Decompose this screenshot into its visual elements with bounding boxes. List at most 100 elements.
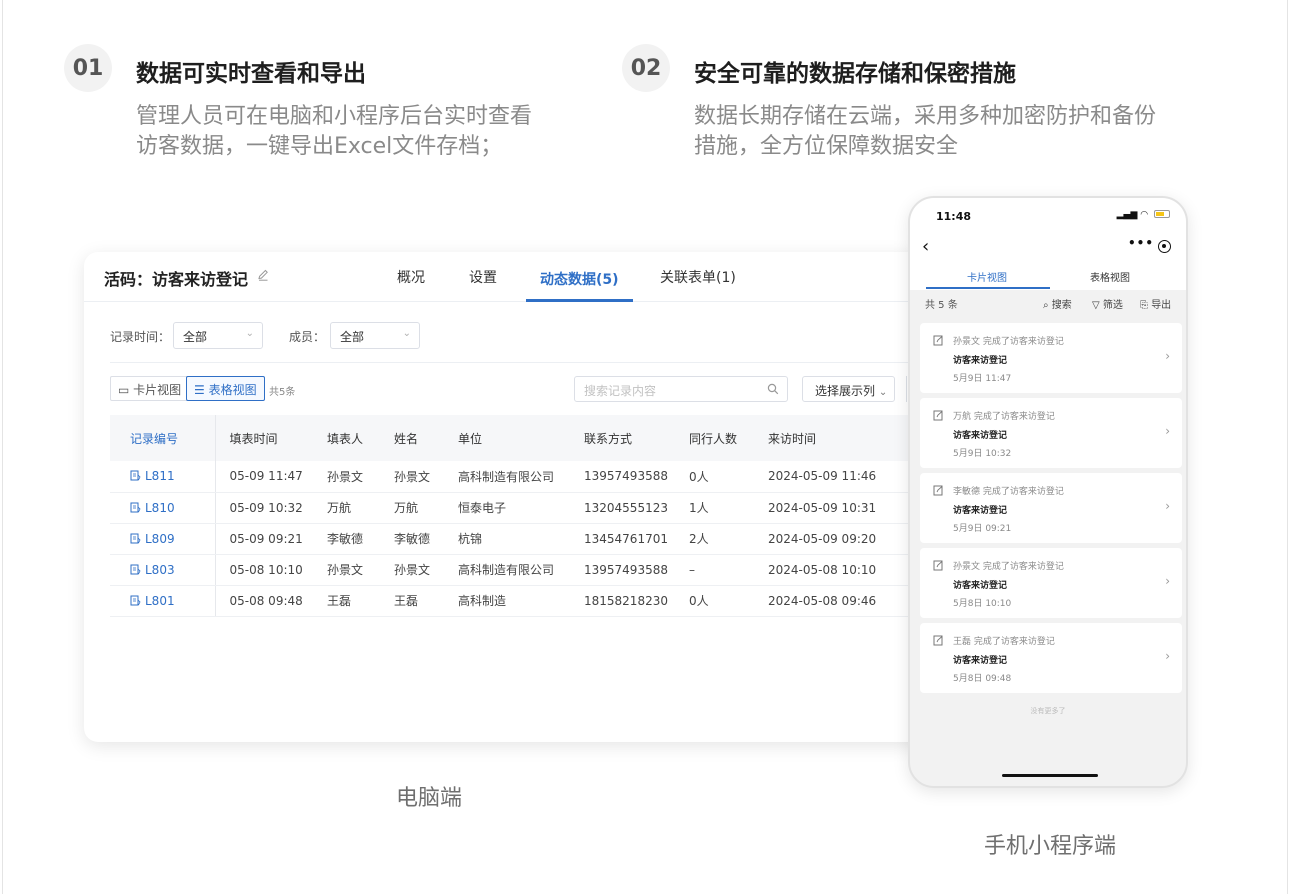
phone-filter-label: 筛选 xyxy=(1102,300,1123,311)
feature-title: 数据可实时查看和导出 xyxy=(136,61,366,87)
record-icon xyxy=(130,470,141,481)
search-placeholder: 搜索记录内容 xyxy=(584,384,657,398)
chevron-right-icon: › xyxy=(1165,424,1170,438)
table-cell: 1人 xyxy=(675,492,754,524)
phone-active-tab-indicator xyxy=(926,287,1050,289)
phone-tab-table-view[interactable]: 表格视图 xyxy=(1090,269,1130,284)
feature-description-line: 管理人员可在电脑和小程序后台实时查看 xyxy=(136,104,533,129)
tab-settings[interactable]: 设置 xyxy=(469,267,497,287)
column-header[interactable]: 联系方式 xyxy=(570,415,675,461)
select-columns-dropdown[interactable]: 选择展示列 ⌄ xyxy=(802,376,895,402)
record-id-cell[interactable]: L809 xyxy=(110,523,216,555)
member-value: 全部 xyxy=(340,330,365,344)
phone-record-card[interactable]: 王磊 完成了访客来访登记 访客来访登记 5月8日 09:48 › xyxy=(920,623,1182,693)
table-cell: 高科制造有限公司 xyxy=(444,554,570,586)
form-edit-icon xyxy=(933,485,943,496)
column-header[interactable]: 记录编号 xyxy=(110,415,216,461)
phone-frame: 11:48 ▂▄▆ ◠ ‹ ••• 卡片视图 表格视图 共 5 条 ⌕ 搜索 ▽… xyxy=(908,196,1188,788)
record-icon xyxy=(130,595,141,605)
desktop-window: 活码：访客来访登记 概况 设置 动态数据(5) 关联表单(1) 记录时间： 全部… xyxy=(84,252,944,742)
member-select[interactable]: 全部 ⌄ xyxy=(330,322,420,349)
record-id-cell[interactable]: L801 xyxy=(110,585,216,617)
battery-icon xyxy=(1154,210,1170,218)
table-cell: 13957493588 xyxy=(570,554,675,586)
chevron-right-icon: › xyxy=(1165,349,1170,363)
column-header[interactable]: 填表时间 xyxy=(215,415,313,461)
table-row[interactable]: L810 05-09 10:32 万航 万航 恒泰电子 13204555123 1人 2024… xyxy=(110,492,944,524)
table-row[interactable]: L811 05-09 11:47 孙景文 孙景文 高科制造有限公司 13957493588… xyxy=(110,461,944,493)
phone-record-card[interactable]: 万航 完成了访客来访登记 访客来访登记 5月9日 10:32 › xyxy=(920,398,1182,468)
tab-overview[interactable]: 概况 xyxy=(397,267,425,287)
card-title: 访客来访登记 xyxy=(953,506,1008,516)
card-view-button[interactable]: ▭ 卡片视图 xyxy=(110,376,190,401)
table-view-button[interactable]: ☰ 表格视图 xyxy=(186,376,265,401)
feature-number: 02 xyxy=(622,44,670,92)
table-cell: 0人 xyxy=(675,585,754,617)
phone-header: 11:48 ▂▄▆ ◠ ‹ ••• 卡片视图 表格视图 xyxy=(910,198,1186,290)
record-id: L810 xyxy=(145,500,175,515)
record-time-select[interactable]: 全部 ⌄ xyxy=(173,322,263,349)
card-title: 访客来访登记 xyxy=(953,656,1008,666)
active-tab-indicator xyxy=(526,299,633,302)
chevron-down-icon: ⌄ xyxy=(402,328,411,339)
table-cell: 高科制造有限公司 xyxy=(444,461,570,493)
table-cell: 孙景文 xyxy=(313,554,380,586)
status-icons: ▂▄▆ ◠ xyxy=(1117,210,1170,220)
record-id-cell[interactable]: L810 xyxy=(110,492,216,524)
table-cell: 高科制造 xyxy=(444,585,570,617)
phone-search-label: 搜索 xyxy=(1051,300,1072,311)
record-id-cell[interactable]: L803 xyxy=(110,554,216,586)
chevron-right-icon: › xyxy=(1165,574,1170,588)
phone-record-card[interactable]: 李敏德 完成了访客来访登记 访客来访登记 5月9日 09:21 › xyxy=(920,473,1182,543)
tab-linked-forms[interactable]: 关联表单(1) xyxy=(660,267,736,287)
phone-tab-card-view[interactable]: 卡片视图 xyxy=(967,269,1007,284)
column-header[interactable]: 同行人数 xyxy=(675,415,754,461)
table-row[interactable]: L801 05-08 09:48 王磊 王磊 高科制造 18158218230 0人 2024… xyxy=(110,585,944,617)
record-id-cell[interactable]: L811 xyxy=(110,461,216,493)
record-id: L803 xyxy=(145,562,175,577)
card-view-icon: ▭ xyxy=(118,383,130,397)
more-icon[interactable]: ••• xyxy=(1128,236,1154,250)
column-header[interactable]: 单位 xyxy=(444,415,570,461)
search-input[interactable]: 搜索记录内容 xyxy=(574,376,788,402)
tab-dynamic-data[interactable]: 动态数据(5) xyxy=(540,269,619,289)
table-cell: 05-08 10:10 xyxy=(215,554,313,586)
close-target-icon[interactable] xyxy=(1158,240,1171,253)
table-cell: 05-08 09:48 xyxy=(215,585,313,617)
card-time: 5月8日 10:10 xyxy=(953,599,1012,609)
table-cell: 05-09 10:32 xyxy=(215,492,313,524)
column-header[interactable]: 姓名 xyxy=(380,415,444,461)
card-title: 访客来访登记 xyxy=(953,581,1008,591)
page-title: 活码：访客来访登记 xyxy=(104,270,249,289)
select-columns-label: 选择展示列 xyxy=(815,384,876,398)
phone-caption: 手机小程序端 xyxy=(984,834,1117,859)
table-cell: 05-09 09:21 xyxy=(215,523,313,555)
feature-title: 安全可靠的数据存储和保密措施 xyxy=(694,61,1016,87)
list-icon: ☰ xyxy=(194,383,205,397)
card-submitter: 万航 完成了访客来访登记 xyxy=(953,412,1055,422)
wifi-icon: ◠ xyxy=(1140,210,1149,220)
record-icon xyxy=(130,502,141,512)
phone-record-count: 共 5 条 xyxy=(925,300,958,311)
table-cell: 恒泰电子 xyxy=(444,492,570,524)
card-title: 访客来访登记 xyxy=(953,431,1008,441)
table-row[interactable]: L803 05-08 10:10 孙景文 孙景文 高科制造有限公司 13957493588… xyxy=(110,554,944,586)
phone-record-card[interactable]: 孙景文 完成了访客来访登记 访客来访登记 5月9日 11:47 › xyxy=(920,323,1182,393)
back-arrow-icon[interactable]: ‹ xyxy=(922,236,929,257)
table-cell: 13957493588 xyxy=(570,461,675,493)
table-cell: 13454761701 xyxy=(570,523,675,555)
phone-search-button[interactable]: ⌕ 搜索 xyxy=(1043,296,1072,311)
table-row[interactable]: L809 05-09 09:21 李敏德 李敏德 杭锦 13454761701 2人 2024… xyxy=(110,523,944,555)
frame-right-edge xyxy=(1287,0,1288,894)
status-time: 11:48 xyxy=(936,210,972,223)
column-header[interactable]: 填表人 xyxy=(313,415,380,461)
record-id: L809 xyxy=(145,531,175,546)
card-submitter: 李敏德 完成了访客来访登记 xyxy=(953,487,1064,497)
member-label: 成员： xyxy=(289,330,326,344)
form-edit-icon xyxy=(933,335,943,346)
phone-export-button[interactable]: ⎘ 导出 xyxy=(1140,296,1171,311)
desktop-header: 活码：访客来访登记 概况 设置 动态数据(5) 关联表单(1) xyxy=(84,252,944,302)
edit-icon[interactable] xyxy=(256,268,270,282)
phone-record-card[interactable]: 孙景文 完成了访客来访登记 访客来访登记 5月8日 10:10 › xyxy=(920,548,1182,618)
phone-filter-button[interactable]: ▽ 筛选 xyxy=(1092,296,1123,311)
